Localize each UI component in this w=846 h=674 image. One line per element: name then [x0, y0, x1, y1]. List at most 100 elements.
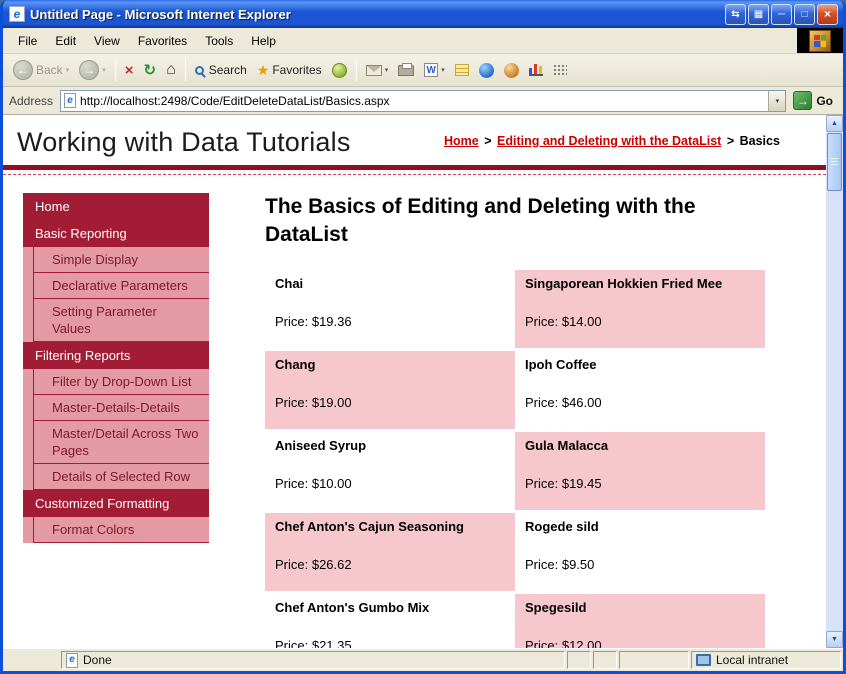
- title-bar[interactable]: e Untitled Page - Microsoft Internet Exp…: [3, 0, 843, 28]
- windows-logo: [797, 28, 843, 53]
- discuss-icon: [454, 64, 469, 76]
- status-bar: e Done Local intranet: [3, 648, 843, 671]
- page-header: Working with Data Tutorials Home > Editi…: [3, 115, 826, 165]
- home-button[interactable]: ⌂: [162, 59, 180, 81]
- menu-edit[interactable]: Edit: [46, 30, 85, 52]
- print-button[interactable]: [394, 62, 418, 78]
- scroll-down-button[interactable]: ▼: [826, 631, 843, 648]
- mail-dropdown-icon: ▾: [384, 67, 389, 74]
- product-datalist: Chai Price: $19.36 Singaporean Hokkien F…: [265, 269, 765, 648]
- maximize-button[interactable]: □: [794, 3, 815, 25]
- grid-dots-icon: [552, 63, 567, 77]
- menu-tools[interactable]: Tools: [196, 30, 242, 52]
- product-name: Chef Anton's Gumbo Mix: [275, 599, 430, 615]
- scroll-up-button[interactable]: ▲: [826, 115, 843, 132]
- product-name: Ipoh Coffee: [525, 356, 597, 372]
- vertical-scrollbar[interactable]: ▲ ▼: [826, 115, 843, 648]
- sidebar-item-customized-formatting[interactable]: Customized Formatting: [23, 490, 209, 517]
- product-price: Price: $21.35: [275, 637, 352, 648]
- extra-window-button-1[interactable]: ⇆: [725, 3, 746, 25]
- sidebar-item-format-colors[interactable]: Format Colors: [23, 517, 209, 543]
- stop-button[interactable]: ×: [121, 60, 138, 81]
- menu-bar: File Edit View Favorites Tools Help: [3, 28, 843, 54]
- sidebar-nav: Home Basic Reporting Simple Display Decl…: [23, 193, 209, 648]
- scrollbar-thumb[interactable]: [827, 133, 842, 191]
- search-label: Search: [208, 63, 247, 77]
- scrollbar-track[interactable]: [826, 192, 843, 631]
- research-button[interactable]: [500, 61, 523, 80]
- go-arrow-icon: →: [793, 91, 813, 110]
- favorites-button[interactable]: ★ Favorites: [253, 60, 326, 81]
- grid-button[interactable]: [549, 62, 571, 79]
- sidebar-item-filtering-reports[interactable]: Filtering Reports: [23, 342, 209, 369]
- toolbar-separator: [184, 59, 186, 81]
- maximize-icon: □: [801, 8, 808, 20]
- go-button[interactable]: → Go: [793, 91, 837, 110]
- zone-label: Local intranet: [716, 653, 789, 667]
- local-intranet-icon: [696, 654, 711, 666]
- minimize-button[interactable]: ─: [771, 3, 792, 25]
- product-price: Price: $26.62: [275, 556, 352, 572]
- close-button[interactable]: ×: [817, 3, 838, 25]
- back-button[interactable]: ← Back ▾: [9, 58, 73, 82]
- product-cell: Spegesild Price: $12.00: [515, 593, 765, 648]
- back-dropdown-icon: ▾: [65, 67, 70, 74]
- refresh-icon: ↻: [143, 62, 157, 79]
- swap-icon: ⇆: [731, 8, 740, 20]
- site-title: Working with Data Tutorials: [17, 127, 351, 157]
- sidebar-item-master-detail-two-pages[interactable]: Master/Detail Across Two Pages: [23, 421, 209, 464]
- sidebar-item-simple-display[interactable]: Simple Display: [23, 247, 209, 273]
- sidebar-item-label: Master/Detail Across Two Pages: [33, 421, 209, 464]
- product-cell: Aniseed Syrup Price: $10.00: [265, 431, 515, 510]
- address-input[interactable]: [80, 91, 765, 110]
- back-icon: ←: [13, 60, 33, 80]
- menu-view[interactable]: View: [85, 30, 129, 52]
- sidebar-item-details-of-selected-row[interactable]: Details of Selected Row: [23, 464, 209, 490]
- main-content: The Basics of Editing and Deleting with …: [265, 193, 765, 648]
- content-area: Working with Data Tutorials Home > Editi…: [3, 115, 843, 648]
- home-icon: ⌂: [166, 61, 176, 78]
- web-page: Working with Data Tutorials Home > Editi…: [3, 115, 826, 648]
- sidebar-item-label: Format Colors: [33, 517, 209, 543]
- messenger-button[interactable]: [475, 61, 498, 80]
- chart-icon: [528, 64, 543, 76]
- sidebar-item-master-details-details[interactable]: Master-Details-Details: [23, 395, 209, 421]
- forward-button[interactable]: → ▾: [75, 58, 110, 82]
- back-label: Back: [36, 63, 63, 77]
- sidebar-item-label: Setting Parameter Values: [33, 299, 209, 342]
- status-pane: [567, 651, 591, 669]
- forward-icon: →: [79, 60, 100, 80]
- product-price: Price: $9.50: [525, 556, 595, 572]
- sidebar-item-basic-reporting[interactable]: Basic Reporting: [23, 220, 209, 247]
- refresh-button[interactable]: ↻: [139, 59, 160, 81]
- breadcrumb-link-home[interactable]: Home: [444, 134, 479, 148]
- search-button[interactable]: Search: [191, 61, 251, 79]
- chart-button[interactable]: [525, 62, 547, 78]
- sidebar-item-home[interactable]: Home: [23, 193, 209, 220]
- stop-icon: ×: [124, 61, 134, 79]
- address-dropdown-button[interactable]: ▾: [768, 90, 786, 111]
- product-name: Gula Malacca: [525, 437, 609, 453]
- browser-window: e Untitled Page - Microsoft Internet Exp…: [0, 0, 846, 674]
- sidebar-item-setting-parameter-values[interactable]: Setting Parameter Values: [23, 299, 209, 342]
- extra-window-button-2[interactable]: ▦: [748, 3, 769, 25]
- edit-word-button[interactable]: W ▾: [420, 61, 449, 79]
- sidebar-item-declarative-parameters[interactable]: Declarative Parameters: [23, 273, 209, 299]
- sidebar-item-filter-by-dropdown-list[interactable]: Filter by Drop-Down List: [23, 369, 209, 395]
- menu-file[interactable]: File: [9, 30, 46, 52]
- history-button[interactable]: [328, 61, 351, 80]
- product-cell: Gula Malacca Price: $19.45: [515, 431, 765, 510]
- mail-button[interactable]: ▾: [362, 63, 393, 78]
- product-price: Price: $19.36: [275, 313, 352, 329]
- address-field: e ▾: [60, 89, 787, 112]
- breadcrumb-link-section[interactable]: Editing and Deleting with the DataList: [497, 134, 721, 148]
- product-name: Chef Anton's Cajun Seasoning: [275, 518, 464, 534]
- discuss-button[interactable]: [451, 62, 473, 78]
- menu-favorites[interactable]: Favorites: [129, 30, 196, 52]
- toolbar-separator: [355, 59, 357, 81]
- status-page-icon: e: [66, 652, 78, 668]
- menu-help[interactable]: Help: [242, 30, 285, 52]
- breadcrumb-current: Basics: [739, 134, 780, 148]
- minimize-icon: ─: [777, 8, 786, 20]
- favorites-star-icon: ★: [256, 61, 270, 78]
